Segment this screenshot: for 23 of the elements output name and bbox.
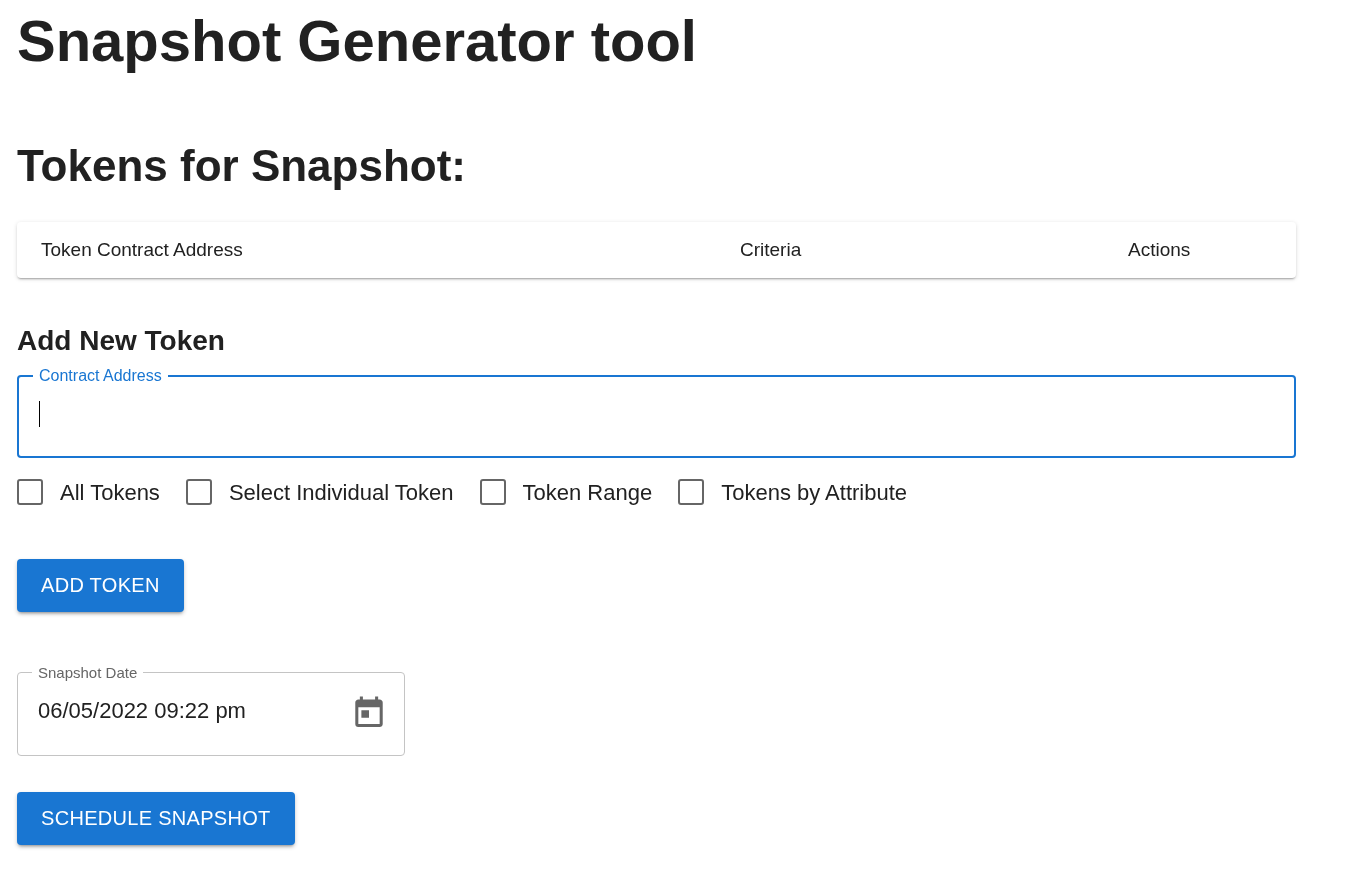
checkbox-label: Tokens by Attribute <box>721 479 908 507</box>
checkbox[interactable] <box>479 479 506 506</box>
section-heading: Add New Token <box>17 324 226 358</box>
column-header: Actions <box>1128 238 1192 263</box>
contract-address-field[interactable]: Contract Address <box>17 366 1296 458</box>
section-heading: Tokens for Snapshot: <box>17 139 467 192</box>
column-header: Token Contract Address <box>41 238 244 263</box>
column-header: Criteria <box>740 238 803 263</box>
calendar-icon[interactable] <box>354 695 384 727</box>
page-title: Snapshot Generator tool <box>17 7 698 75</box>
date-value: 06/05/2022 09:22 pm <box>38 697 247 726</box>
checkbox-label: Token Range <box>522 479 653 507</box>
schedule-snapshot-button[interactable]: SCHEDULE SNAPSHOT <box>17 792 295 845</box>
field-label: Contract Address <box>38 366 163 386</box>
add-token-button[interactable]: ADD TOKEN <box>17 559 184 612</box>
field-label: Snapshot Date <box>37 664 139 682</box>
checkbox-label: All Tokens <box>60 479 160 507</box>
date-field[interactable]: Snapshot Date 06/05/2022 09:22 pm <box>17 664 405 756</box>
checkbox[interactable] <box>185 479 212 506</box>
checkbox[interactable] <box>678 479 705 506</box>
text-cursor <box>39 401 40 428</box>
checkbox-label: Select Individual Token <box>228 479 454 507</box>
checkbox[interactable] <box>17 479 43 506</box>
